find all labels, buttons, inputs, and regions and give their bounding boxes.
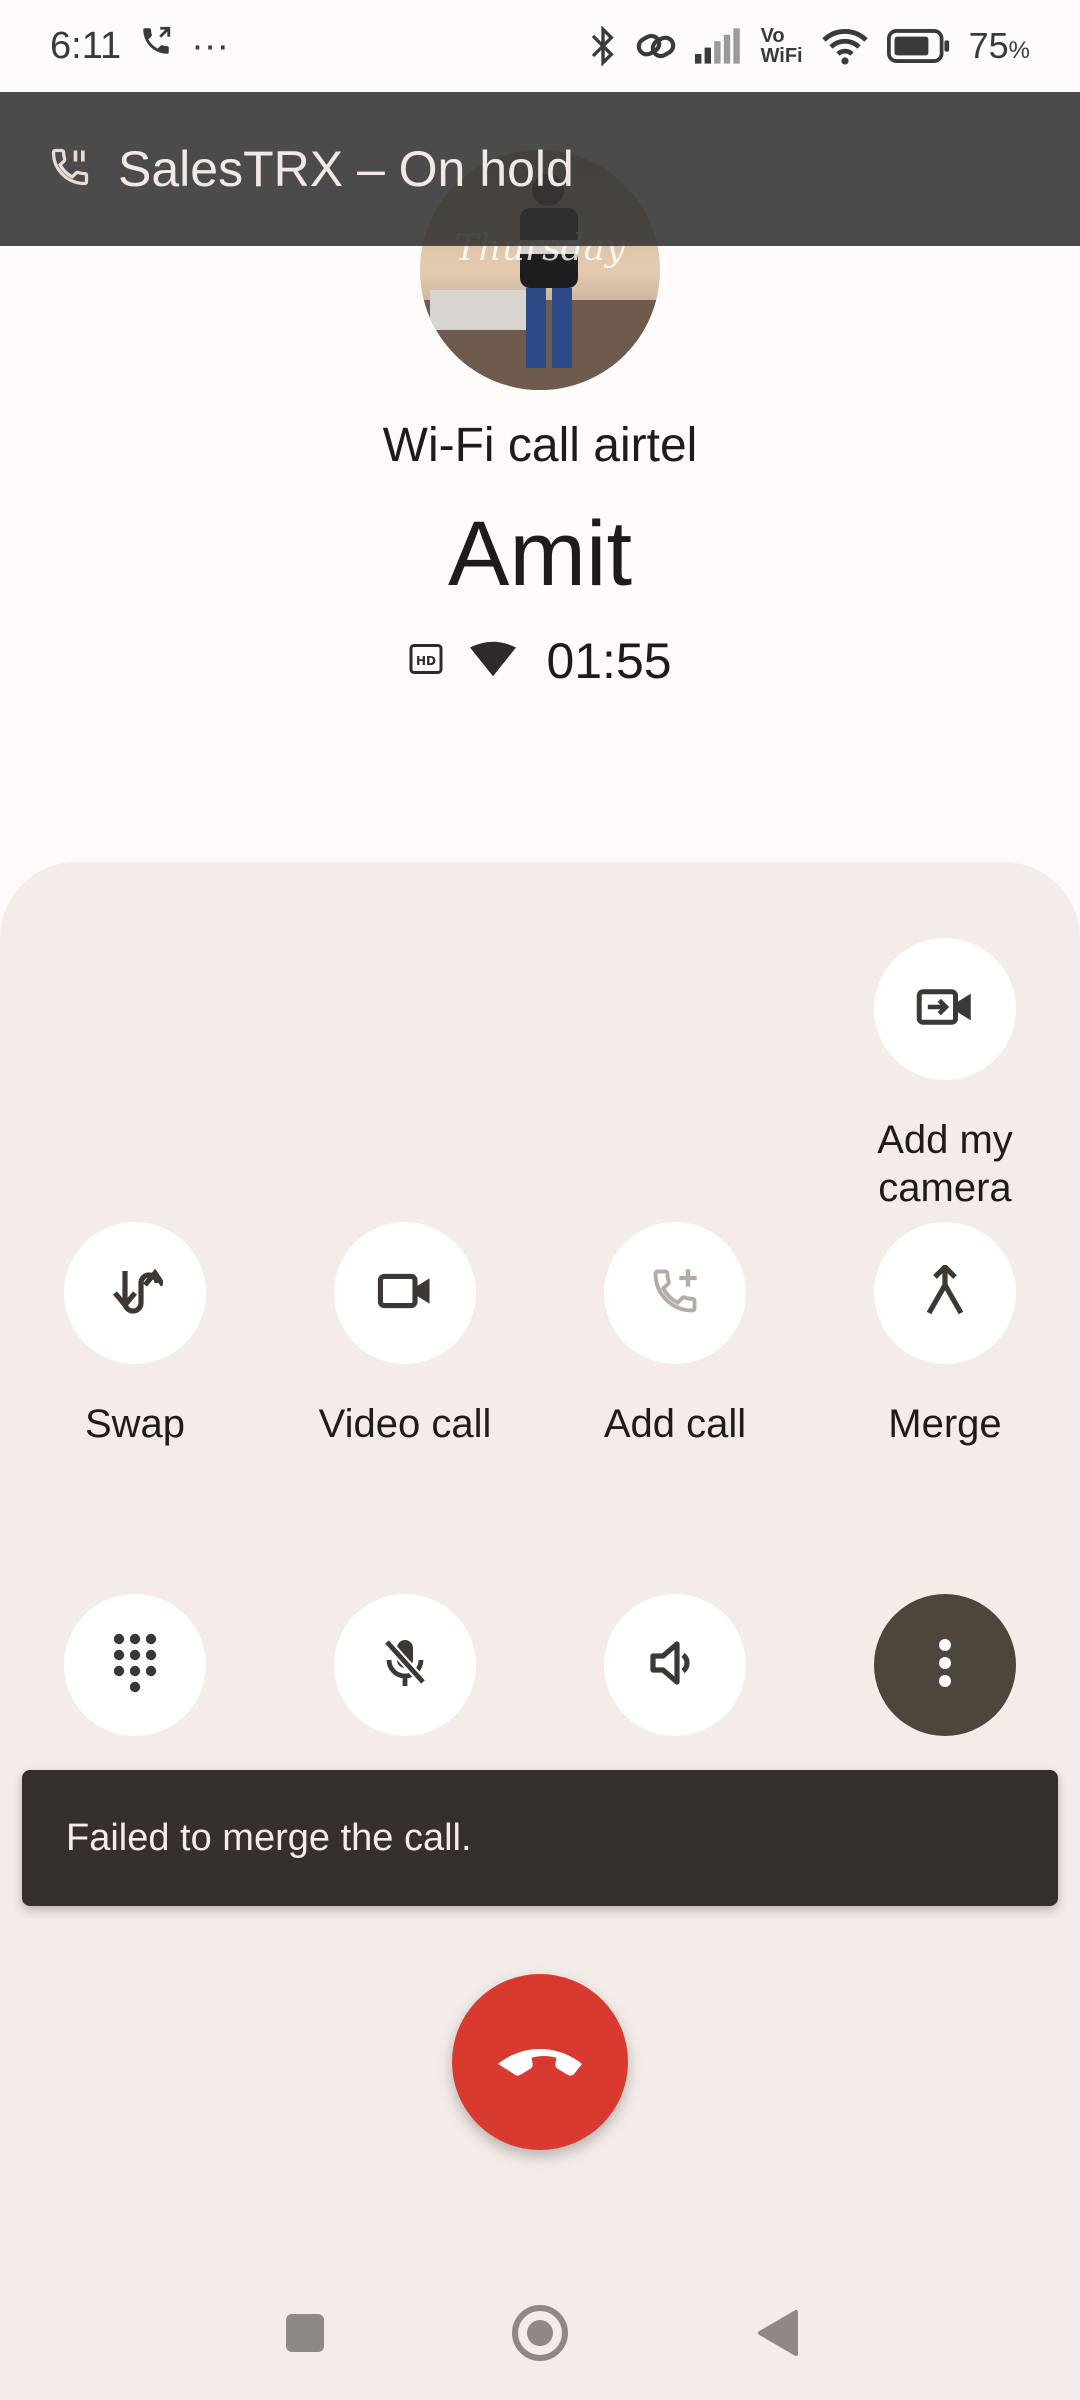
wifi-icon xyxy=(821,27,869,65)
add-call-label: Add call xyxy=(603,1402,747,1446)
wifi-calling-icon xyxy=(470,641,517,682)
add-camera-label-line2: camera xyxy=(878,1166,1012,1210)
keypad-control[interactable] xyxy=(0,1594,270,1736)
merge-button[interactable] xyxy=(874,1222,1016,1364)
swap-label: Swap xyxy=(84,1402,186,1446)
on-hold-banner[interactable]: SalesTRX – On hold xyxy=(0,92,1080,246)
mic-off-icon xyxy=(381,1636,429,1695)
add-camera-button[interactable] xyxy=(874,938,1016,1080)
mute-control[interactable] xyxy=(270,1594,540,1736)
swap-icon xyxy=(107,1267,166,1320)
add-camera-label: Add my camera xyxy=(810,1116,1080,1212)
call-info: HD 01:55 xyxy=(0,632,1080,690)
navigation-bar xyxy=(0,2290,1080,2380)
add-call-button[interactable] xyxy=(604,1222,746,1364)
phone-hold-icon xyxy=(48,145,92,194)
video-call-label: Video call xyxy=(318,1402,492,1446)
more-options-control[interactable] xyxy=(810,1594,1080,1736)
battery-icon xyxy=(886,29,951,63)
snackbar-toast: Failed to merge the call. xyxy=(22,1770,1058,1906)
call-timer: 01:55 xyxy=(546,633,672,689)
end-call-button[interactable] xyxy=(452,1974,628,2150)
call-end-icon xyxy=(492,2040,588,2085)
add-camera-label-line1: Add my xyxy=(877,1118,1013,1162)
vowifi-bottom: WiFi xyxy=(760,45,803,67)
swap-button[interactable] xyxy=(64,1222,206,1364)
status-more-icon: ··· xyxy=(191,24,230,67)
keypad-button[interactable] xyxy=(64,1594,206,1736)
battery-value: 75 xyxy=(968,25,1009,66)
bluetooth-icon xyxy=(589,26,617,66)
home-circle-icon xyxy=(511,2304,569,2367)
home-button[interactable] xyxy=(508,2290,572,2380)
mute-button[interactable] xyxy=(334,1594,476,1736)
battery-unit: % xyxy=(1008,37,1030,64)
status-time: 6:11 xyxy=(50,24,122,67)
back-triangle-icon xyxy=(756,2308,800,2363)
phone-call-icon xyxy=(139,24,173,68)
merge-icon xyxy=(923,1262,967,1322)
speaker-button[interactable] xyxy=(604,1594,746,1736)
svg-text:HD: HD xyxy=(416,654,436,668)
add-call-control[interactable]: Add call xyxy=(540,1222,810,1448)
toast-message: Failed to merge the call. xyxy=(66,1816,472,1859)
speaker-icon xyxy=(649,1640,701,1691)
more-vert-icon xyxy=(938,1638,952,1692)
signal-icon xyxy=(694,28,743,64)
call-type: Wi-Fi call airtel xyxy=(382,419,698,472)
speaker-control[interactable] xyxy=(540,1594,810,1736)
vowifi-top: Vo xyxy=(760,25,785,47)
video-call-control[interactable]: Video call xyxy=(270,1222,540,1448)
battery-level: 75% xyxy=(969,25,1030,67)
add-camera-control[interactable]: Add my camera xyxy=(810,938,1080,1212)
merge-control[interactable]: Merge xyxy=(810,1222,1080,1448)
hd-icon: HD xyxy=(408,642,444,681)
more-options-button[interactable] xyxy=(874,1594,1016,1736)
status-bar: 6:11 ··· Vo WiFi 75% xyxy=(0,0,1080,92)
add-call-icon xyxy=(649,1265,701,1322)
on-hold-text: SalesTRX – On hold xyxy=(118,141,574,197)
merge-label: Merge xyxy=(888,1402,1002,1446)
dialpad-icon xyxy=(113,1633,157,1698)
swap-control[interactable]: Swap xyxy=(0,1222,270,1448)
recents-button[interactable] xyxy=(275,2290,335,2380)
status-right: Vo WiFi 75% xyxy=(589,25,1030,67)
square-icon xyxy=(284,2312,326,2359)
link-icon xyxy=(635,28,677,64)
status-left: 6:11 ··· xyxy=(50,24,229,68)
back-button[interactable] xyxy=(748,2290,808,2380)
video-call-icon xyxy=(377,1271,433,1316)
video-camera-icon xyxy=(916,986,974,1033)
video-call-button[interactable] xyxy=(334,1222,476,1364)
vowifi-icon: Vo WiFi xyxy=(761,26,803,66)
contact-name: Amit xyxy=(448,503,632,605)
